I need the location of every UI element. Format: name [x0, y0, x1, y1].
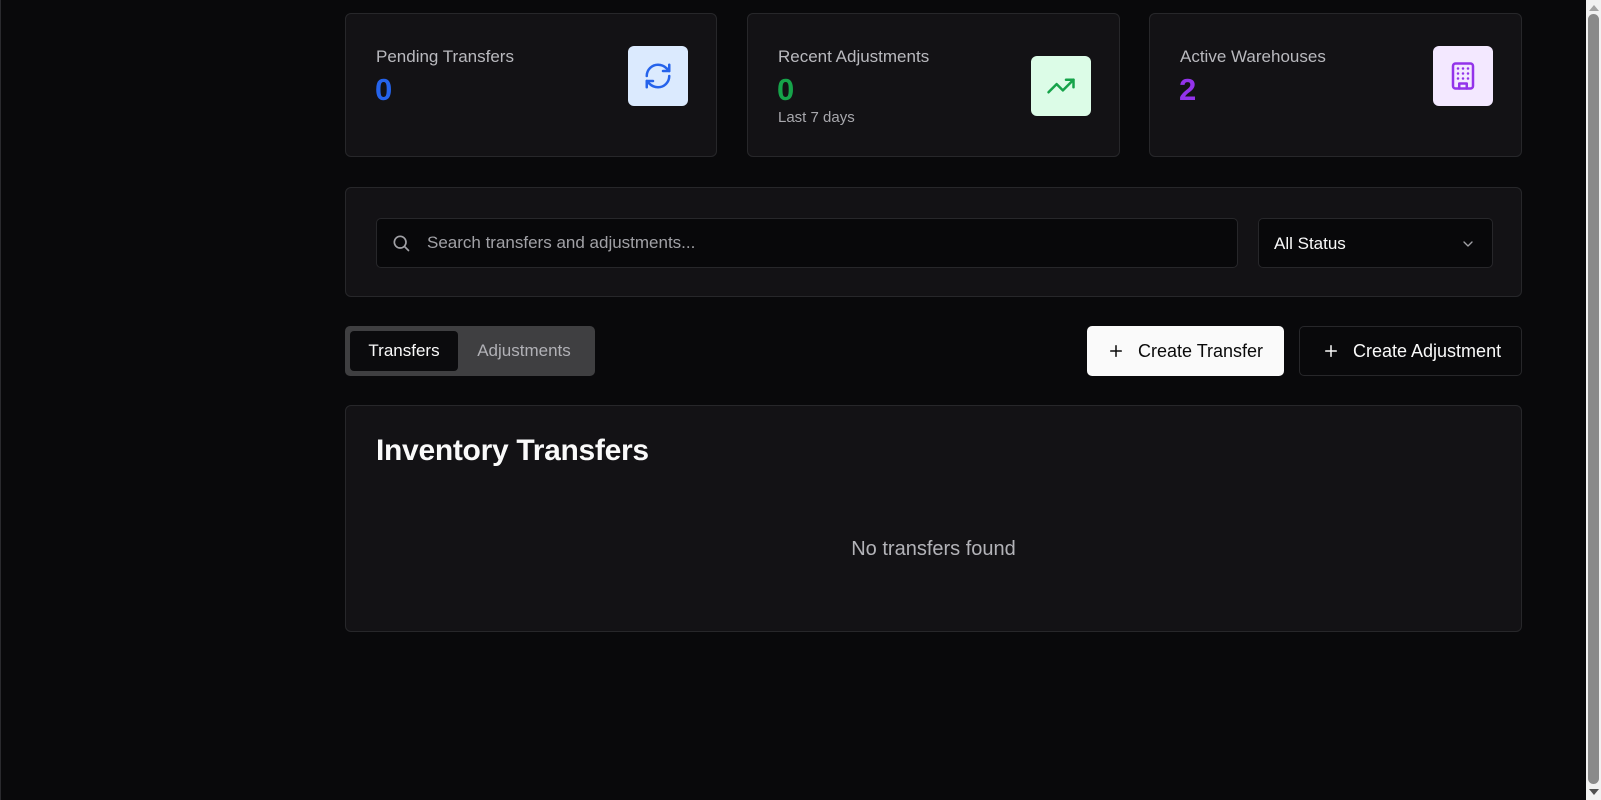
status-filter-value: All Status	[1274, 234, 1346, 253]
plus-icon	[1325, 345, 1337, 357]
vertical-scrollbar[interactable]	[1586, 0, 1601, 800]
status-filter-select[interactable]: All Status	[1258, 218, 1493, 268]
create-transfer-button[interactable]: Create Transfer	[1087, 326, 1284, 376]
stat-label: Pending Transfers	[376, 47, 514, 66]
panel-title: Inventory Transfers	[376, 434, 649, 467]
chevron-down-icon	[1463, 241, 1473, 247]
search-field[interactable]	[376, 218, 1238, 268]
stat-card-recent-adjustments: Recent Adjustments 0 Last 7 days	[747, 13, 1120, 157]
stat-label: Recent Adjustments	[778, 47, 930, 66]
stat-value: 0	[375, 72, 393, 107]
trending-up-icon	[1031, 56, 1091, 116]
view-tabs: Transfers Adjustments	[345, 326, 595, 376]
search-icon	[393, 235, 410, 252]
scrollbar-thumb[interactable]	[1588, 14, 1599, 784]
stat-label: Active Warehouses	[1180, 47, 1326, 66]
plus-icon	[1110, 345, 1122, 357]
search-input[interactable]	[427, 219, 1227, 267]
create-transfer-label: Create Transfer	[1138, 340, 1264, 361]
tab-transfers[interactable]: Transfers	[350, 331, 458, 371]
create-adjustment-button[interactable]: Create Adjustment	[1299, 326, 1522, 376]
empty-state-message: No transfers found	[851, 538, 1016, 560]
refresh-icon	[628, 46, 688, 106]
create-adjustment-label: Create Adjustment	[1353, 340, 1502, 361]
stat-card-active-warehouses: Active Warehouses 2	[1149, 13, 1522, 157]
building-icon	[1433, 46, 1493, 106]
scroll-down-arrow-icon[interactable]	[1589, 789, 1599, 795]
scroll-up-arrow-icon[interactable]	[1589, 5, 1599, 11]
stat-subtext: Last 7 days	[778, 109, 855, 126]
tab-adjustments[interactable]: Adjustments	[458, 331, 590, 371]
window-edge	[0, 0, 1, 800]
stat-value: 0	[777, 72, 795, 107]
stat-card-pending-transfers: Pending Transfers 0	[345, 13, 717, 157]
stat-value: 2	[1179, 72, 1197, 107]
filter-bar: All Status	[345, 187, 1522, 297]
page: Pending Transfers 0 Recent Adjustments 0…	[0, 0, 1601, 800]
inventory-transfers-panel: Inventory Transfers No transfers found	[345, 405, 1522, 632]
